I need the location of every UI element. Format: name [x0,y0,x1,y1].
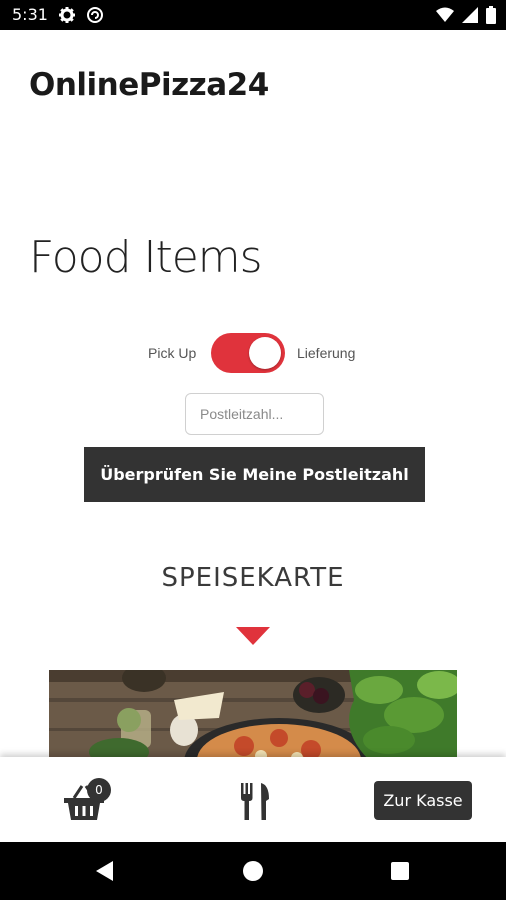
bottom-toolbar: 0 Zur Kasse [0,757,506,842]
caret-down-icon[interactable] [236,627,270,645]
cart-button[interactable]: 0 [62,778,112,824]
app-title: OnlinePizza24 [29,67,269,103]
delivery-mode-toggle[interactable] [211,333,285,373]
back-icon[interactable] [96,861,113,881]
check-zip-button[interactable]: Überprüfen Sie Meine Postleitzahl [84,447,425,502]
delivery-label: Lieferung [297,345,356,361]
menu-button[interactable] [239,783,271,821]
toggle-knob [249,337,281,369]
zip-code-input[interactable] [185,393,324,435]
fork-knife-icon [241,783,269,820]
delivery-mode-row: Pick Up Lieferung [0,331,506,375]
page-title: Food Items [29,232,263,283]
home-icon[interactable] [243,861,263,881]
recents-icon[interactable] [391,862,409,880]
battery-icon [486,6,496,29]
status-bar: 5:31 [0,0,506,30]
checkout-button[interactable]: Zur Kasse [374,781,472,820]
gear-icon [58,6,76,29]
sync-icon [86,6,104,29]
cell-signal-icon [462,7,478,28]
menu-heading: SPEISEKARTE [161,563,345,593]
system-nav-bar [0,842,506,900]
status-time: 5:31 [12,5,48,24]
pickup-label: Pick Up [148,345,197,361]
menu-banner-image [49,670,457,760]
wifi-icon [436,7,454,28]
cart-count-badge: 0 [87,778,111,802]
